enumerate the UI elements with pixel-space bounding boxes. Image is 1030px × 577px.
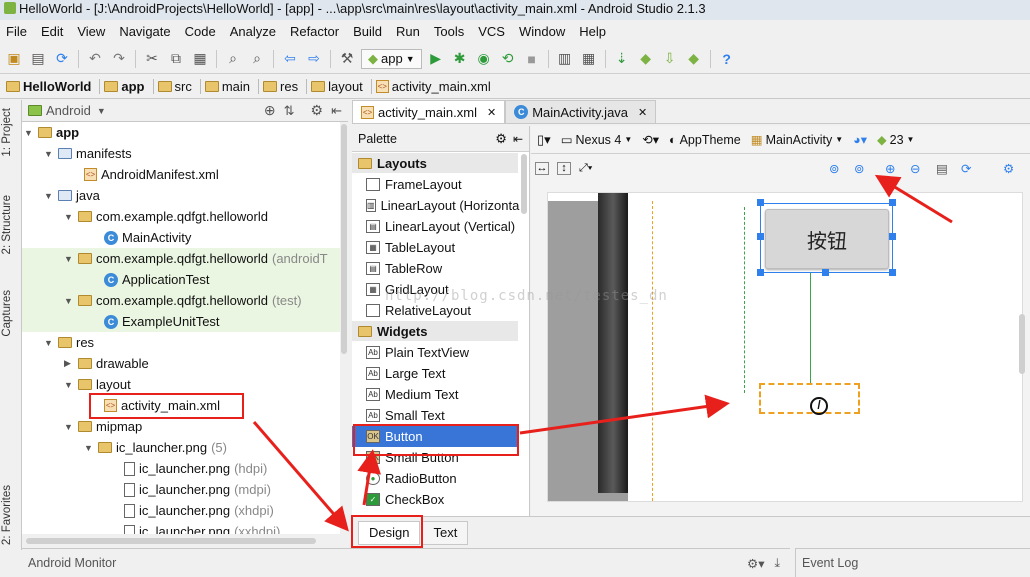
annotation-arrow: [357, 449, 382, 506]
annotation-arrow: [252, 421, 349, 532]
annotation-arrow: [519, 394, 730, 435]
annotation-arrows: [252, 174, 953, 532]
annotation-arrow: [874, 174, 953, 224]
